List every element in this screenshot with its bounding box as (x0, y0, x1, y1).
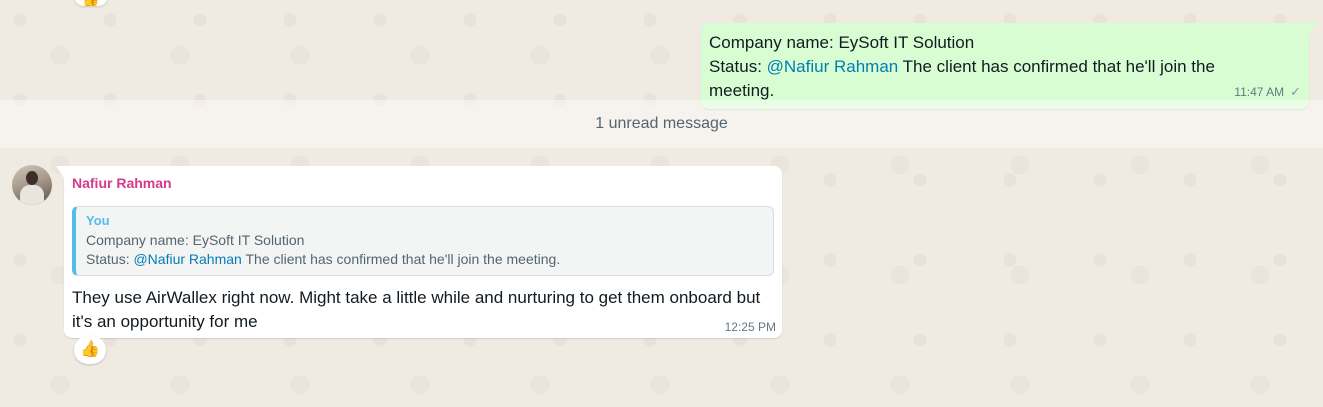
outgoing-message-row: Company name: EySoft IT Solution Status:… (701, 23, 1317, 109)
incoming-message-text: They use AirWallex right now. Might take… (72, 288, 761, 331)
unread-divider: 1 unread message (0, 100, 1323, 148)
quoted-message-author: You (86, 213, 110, 228)
quoted-status-text: The client has confirmed that he'll join… (241, 251, 561, 267)
quoted-message-line-2: Status: @Nafiur Rahman The client has co… (86, 250, 763, 270)
chat-background: 👍 Company name: EySoft IT Solution Statu… (0, 0, 1323, 407)
quoted-status-label: Status: (86, 251, 134, 267)
avatar[interactable] (12, 165, 52, 205)
unread-divider-text: 1 unread message (595, 115, 728, 132)
thumbs-up-icon: 👍 (80, 341, 100, 358)
message-reaction[interactable]: 👍 (74, 336, 106, 364)
status-label: Status: (709, 57, 767, 76)
incoming-message-time: 12:25 PM (724, 320, 776, 334)
outgoing-message-line-2: Status: @Nafiur Rahman The client has co… (709, 55, 1227, 103)
incoming-message-bubble[interactable]: Nafiur Rahman You Company name: EySoft I… (56, 166, 782, 338)
outgoing-message-line-1: Company name: EySoft IT Solution (709, 33, 975, 52)
avatar-head-shape (26, 171, 38, 185)
quoted-mention: @Nafiur Rahman (133, 251, 242, 267)
thumbs-up-icon: 👍 (82, 0, 99, 6)
previous-message-reaction[interactable]: 👍 (74, 0, 108, 6)
quoted-message-line-1: Company name: EySoft IT Solution (86, 231, 305, 248)
avatar-body-shape (20, 185, 44, 205)
sender-name[interactable]: Nafiur Rahman (72, 173, 774, 193)
outgoing-message-bubble[interactable]: Company name: EySoft IT Solution Status:… (701, 23, 1317, 109)
mention-nafiur-rahman[interactable]: @Nafiur Rahman (767, 57, 899, 76)
quoted-message[interactable]: You Company name: EySoft IT Solution Sta… (72, 206, 774, 276)
